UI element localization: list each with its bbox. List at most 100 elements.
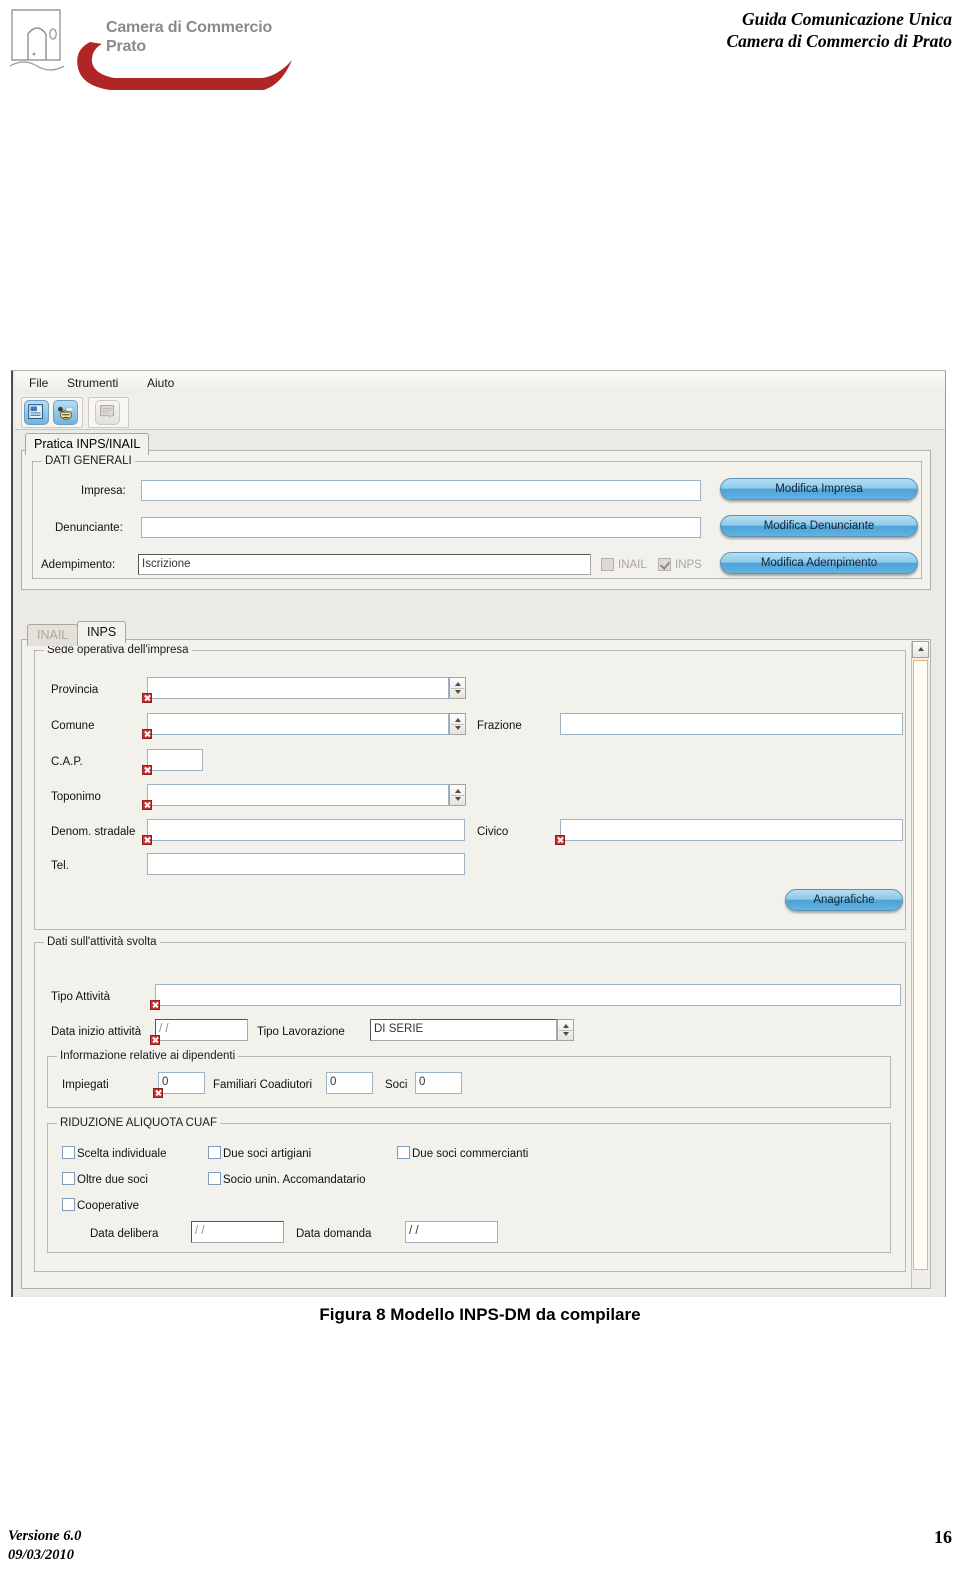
tab-inps[interactable]: INPS [77, 621, 127, 643]
data-inizio-attivita-error-icon [150, 1035, 160, 1045]
checkbox-socio-unin-accomandatario[interactable] [208, 1172, 221, 1185]
comune-input[interactable] [147, 713, 449, 735]
label-tipo-attivita: Tipo Attività [51, 991, 111, 1003]
denunciante-input[interactable] [141, 517, 701, 538]
toponimo-spinner[interactable] [449, 784, 466, 806]
impresa-input[interactable] [141, 480, 701, 501]
modifica-impresa-button[interactable]: Modifica Impresa [720, 478, 918, 500]
tab-inail[interactable]: INAIL [27, 624, 79, 646]
toolbar-group-print [88, 397, 129, 428]
header-title-line-1: Guida Comunicazione Unica [741, 9, 952, 29]
tab-pratica-inps-inail[interactable]: Pratica INPS/INAIL [25, 433, 150, 455]
adempimento-input[interactable]: Iscrizione [138, 554, 591, 575]
label-familiari-coadiutori: Familiari Coadiutori [213, 1079, 313, 1091]
provincia-input[interactable] [147, 677, 449, 699]
attivita-group: Dati sull'attività svolta Tipo Attività … [34, 936, 906, 1272]
modifica-adempimento-button[interactable]: Modifica Adempimento [720, 552, 918, 574]
new-document-icon[interactable] [24, 400, 49, 425]
footer-version-block: Versione 6.0 09/03/2010 [8, 1527, 81, 1565]
label-toponimo: Toponimo [51, 791, 101, 803]
footer-version: Versione 6.0 [8, 1528, 82, 1544]
label-due-soci-commercianti: Due soci commercianti [412, 1148, 529, 1160]
modifica-denunciante-button[interactable]: Modifica Denunciante [720, 515, 918, 537]
page-header: Camera di Commercio Prato Guida Comunica… [0, 0, 960, 100]
civico-input[interactable] [560, 819, 903, 841]
label-cap: C.A.P. [51, 756, 83, 768]
print-icon[interactable] [95, 400, 120, 425]
dipendenti-group: Informazione relative ai dipendenti Impi… [47, 1050, 891, 1108]
civico-error-icon [555, 835, 565, 845]
tipo-attivita-input[interactable] [155, 984, 901, 1006]
menu-item-file[interactable]: File [25, 375, 52, 391]
label-soci: Soci [385, 1079, 408, 1091]
checkbox-cooperative[interactable] [62, 1198, 75, 1211]
checkbox-due-soci-artigiani[interactable] [208, 1146, 221, 1159]
anagrafiche-button[interactable]: Anagrafiche [785, 889, 903, 911]
frazione-input[interactable] [560, 713, 903, 735]
gondola-swoosh-icon [77, 42, 292, 90]
label-adempimento: Adempimento: [41, 559, 116, 571]
data-delibera-input[interactable]: / / [191, 1221, 284, 1243]
scrollbar-thumb[interactable] [913, 660, 928, 1270]
label-impiegati: Impiegati [62, 1079, 109, 1091]
tab-inail-label: INAIL [37, 628, 69, 642]
menu-item-aiuto[interactable]: Aiuto [143, 375, 178, 391]
data-inizio-attivita-input[interactable]: / / [155, 1019, 248, 1041]
checkbox-inps[interactable] [658, 558, 671, 571]
bee-validate-icon[interactable] [53, 400, 78, 425]
cap-input[interactable] [147, 749, 203, 771]
tipo-lavorazione-spinner[interactable] [557, 1019, 574, 1041]
label-socio-unin-accomandatario: Socio unin. Accomandatario [223, 1174, 366, 1186]
label-frazione: Frazione [477, 720, 522, 732]
label-tel: Tel. [51, 860, 69, 872]
tipo-attivita-error-icon [150, 1000, 160, 1010]
checkbox-oltre-due-soci[interactable] [62, 1172, 75, 1185]
denom-stradale-input[interactable] [147, 819, 465, 841]
document-header-title: Guida Comunicazione Unica Camera di Comm… [726, 8, 952, 52]
label-scelta-individuale: Scelta individuale [77, 1148, 167, 1160]
logo-block: Camera di Commercio Prato [8, 4, 308, 94]
label-cooperative: Cooperative [77, 1200, 140, 1212]
provincia-spinner[interactable] [449, 677, 466, 699]
tipo-lavorazione-input[interactable]: DI SERIE [370, 1019, 557, 1041]
toolbar-group-primary [21, 397, 83, 428]
impiegati-error-icon [153, 1088, 163, 1098]
tab-inps-label: INPS [87, 625, 117, 639]
label-data-domanda: Data domanda [296, 1228, 372, 1240]
familiari-coadiutori-input[interactable]: 0 [326, 1072, 373, 1094]
toponimo-input[interactable] [147, 784, 449, 806]
label-due-soci-artigiani: Due soci artigiani [223, 1148, 312, 1160]
tel-input[interactable] [147, 853, 465, 875]
dati-generali-panel: DATI GENERALI Impresa: Denunciante: Adem… [21, 450, 931, 590]
label-oltre-due-soci: Oltre due soci [77, 1174, 148, 1186]
application-window-screenshot: File Strumenti Aiuto Pratica INPS/INAIL … [11, 370, 946, 1297]
checkbox-scelta-individuale[interactable] [62, 1146, 75, 1159]
dati-generali-group: DATI GENERALI Impresa: Denunciante: Adem… [32, 455, 922, 579]
impiegati-input[interactable]: 0 [158, 1072, 205, 1094]
data-domanda-input[interactable]: / / [405, 1221, 498, 1243]
comune-spinner[interactable] [449, 713, 466, 735]
scroll-up-arrow-icon[interactable] [912, 641, 929, 658]
checkbox-due-soci-commercianti[interactable] [397, 1146, 410, 1159]
vertical-scrollbar[interactable] [911, 641, 929, 1288]
menu-item-strumenti[interactable]: Strumenti [63, 375, 122, 391]
label-inps: INPS [675, 559, 702, 571]
label-provincia: Provincia [51, 684, 99, 696]
checkbox-inail[interactable] [601, 558, 614, 571]
tab-pratica-label: Pratica INPS/INAIL [34, 437, 141, 451]
header-title-line-2: Camera di Commercio di Prato [726, 31, 952, 51]
label-data-inizio-attivita: Data inizio attività [51, 1026, 142, 1038]
comune-error-icon [142, 729, 152, 739]
toponimo-error-icon [142, 800, 152, 810]
footer-page-number: 16 [934, 1527, 952, 1547]
cuaf-title: RIDUZIONE ALIQUOTA CUAF [57, 1117, 220, 1129]
soci-input[interactable]: 0 [415, 1072, 462, 1094]
attivita-title: Dati sull'attività svolta [44, 936, 160, 948]
footer-date: 09/03/2010 [8, 1547, 75, 1563]
menu-bar: File Strumenti Aiuto [15, 371, 945, 395]
provincia-error-icon [142, 693, 152, 703]
sede-operativa-group: Sede operativa dell'impresa Provincia Co… [34, 644, 906, 930]
denom-stradale-error-icon [142, 835, 152, 845]
label-denunciante: Denunciante: [55, 522, 123, 534]
dipendenti-title: Informazione relative ai dipendenti [57, 1050, 239, 1062]
